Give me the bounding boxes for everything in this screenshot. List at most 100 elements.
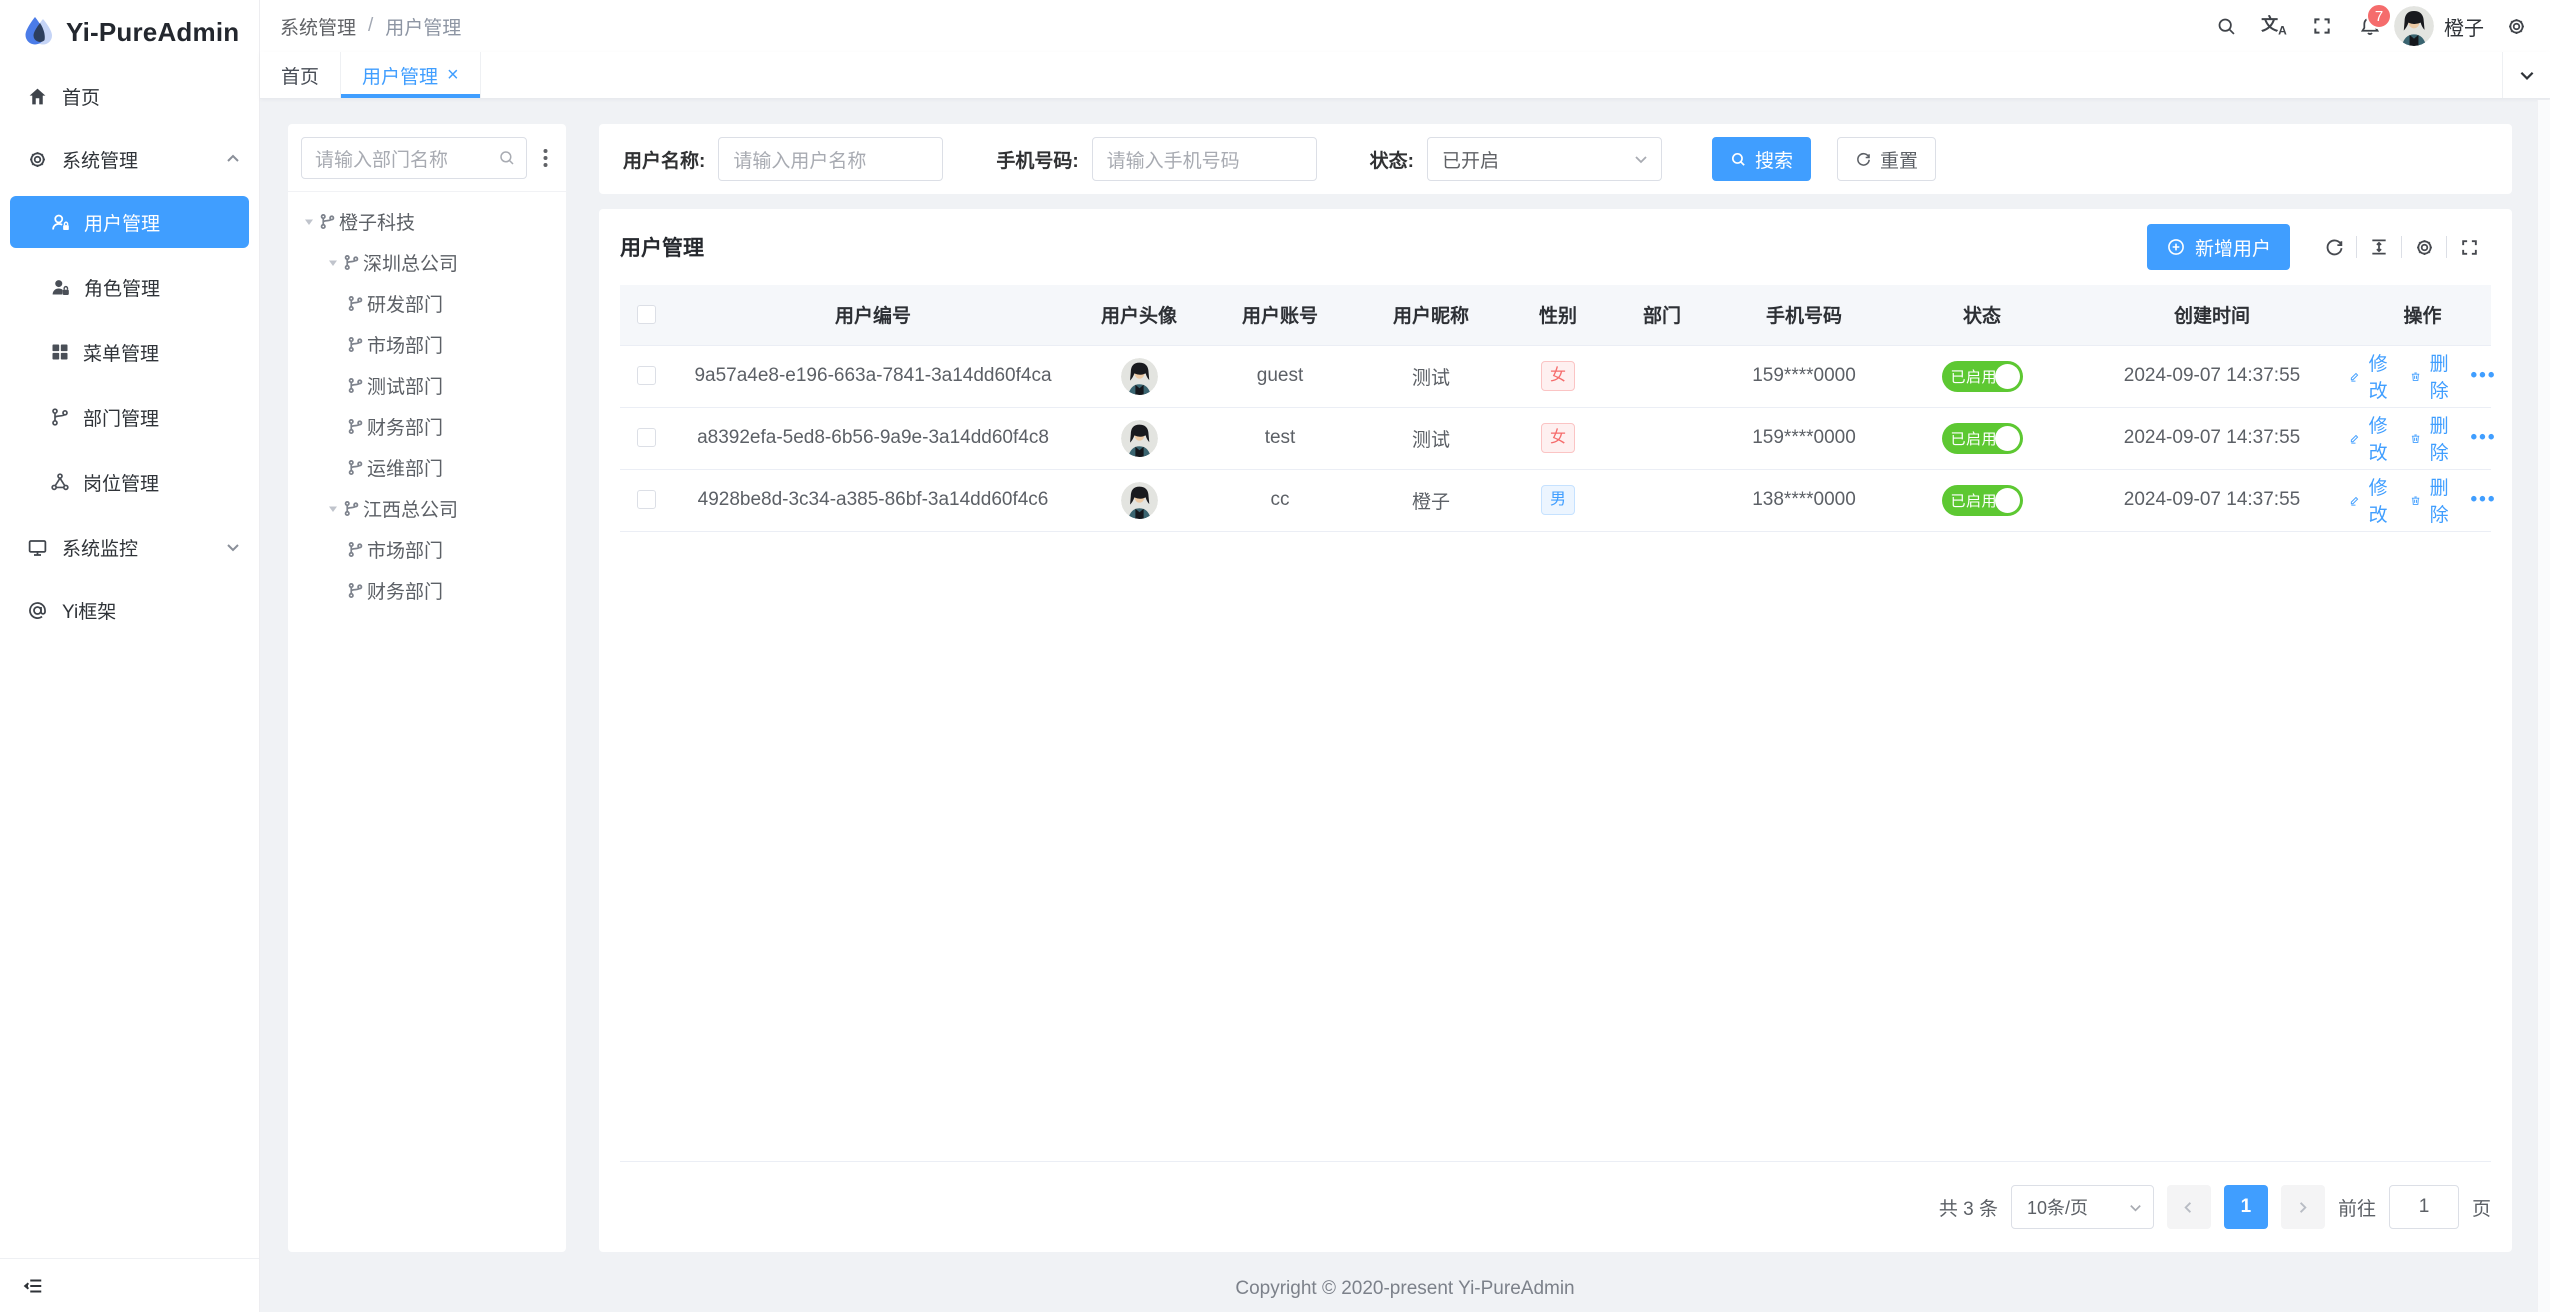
- more-actions-button[interactable]: •••: [2471, 427, 2497, 449]
- tree-node[interactable]: 深圳总公司: [288, 242, 566, 283]
- sidebar-item-framework[interactable]: Yi框架: [0, 584, 259, 636]
- density-icon[interactable]: [2357, 237, 2401, 257]
- search-placeholder: 请输入部门名称: [315, 145, 498, 172]
- chevron-down-icon: [1633, 151, 1649, 167]
- tree-node-label: 财务部门: [367, 577, 443, 604]
- prev-page-button[interactable]: [2167, 1185, 2211, 1229]
- tree-node[interactable]: 财务部门: [288, 406, 566, 447]
- select-all-checkbox[interactable]: [637, 305, 656, 324]
- logo[interactable]: Yi-PureAdmin: [0, 0, 259, 64]
- at-icon: [27, 600, 48, 621]
- tree-node[interactable]: 江西总公司: [288, 488, 566, 529]
- sidebar-item-label: 角色管理: [84, 274, 160, 301]
- add-user-button[interactable]: 新增用户: [2147, 224, 2290, 270]
- tree-search-row: 请输入部门名称: [288, 124, 566, 192]
- page-number-1[interactable]: 1: [2224, 1185, 2268, 1229]
- search-icon[interactable]: [2202, 0, 2250, 52]
- gear-icon: [27, 149, 48, 170]
- refresh-icon[interactable]: [2312, 237, 2356, 258]
- caret-down-icon[interactable]: [323, 257, 343, 269]
- fullscreen-icon[interactable]: [2447, 238, 2491, 257]
- sidebar: Yi-PureAdmin 首页 系统管理: [0, 0, 260, 1312]
- scrollbar-track[interactable]: [2537, 100, 2550, 1312]
- sidebar-item-users[interactable]: 用户管理: [10, 196, 249, 248]
- col-header: 操作: [2354, 285, 2491, 345]
- delete-button[interactable]: 删除: [2410, 473, 2452, 527]
- caret-down-icon[interactable]: [323, 503, 343, 515]
- row-checkbox[interactable]: [637, 428, 656, 447]
- close-icon[interactable]: ×: [447, 65, 459, 85]
- delete-button[interactable]: 删除: [2410, 411, 2452, 465]
- tree-node[interactable]: 研发部门: [288, 283, 566, 324]
- tree-node-label: 深圳总公司: [363, 249, 458, 276]
- tree-node[interactable]: 市场部门: [288, 529, 566, 570]
- search-icon: [1730, 151, 1747, 168]
- tree-node[interactable]: 财务部门: [288, 570, 566, 611]
- tree-node[interactable]: 橙子科技: [288, 201, 566, 242]
- sidebar-item-roles[interactable]: 角色管理: [0, 261, 259, 313]
- sidebar-item-home[interactable]: 首页: [0, 70, 259, 122]
- main-area: 系统管理 / 用户管理 文A 7: [260, 0, 2550, 1312]
- row-checkbox[interactable]: [637, 490, 656, 509]
- status-select[interactable]: 已开启: [1427, 137, 1662, 181]
- bell-icon[interactable]: 7: [2346, 0, 2394, 52]
- sidebar-item-label: 部门管理: [83, 404, 159, 431]
- share-nodes-icon: [50, 472, 70, 492]
- status-toggle[interactable]: 已启用: [1942, 423, 2023, 454]
- row-checkbox[interactable]: [637, 366, 656, 385]
- tree-node-label: 财务部门: [367, 413, 443, 440]
- column-settings-icon[interactable]: [2402, 237, 2446, 258]
- sidebar-item-posts[interactable]: 岗位管理: [0, 456, 259, 508]
- department-search-input[interactable]: 请输入部门名称: [301, 137, 527, 179]
- name-filter-input[interactable]: 请输入用户名称: [718, 137, 943, 181]
- delete-button[interactable]: 删除: [2410, 349, 2452, 403]
- user-table-card: 用户管理 新增用户: [599, 209, 2512, 1252]
- translate-icon[interactable]: 文A: [2250, 0, 2298, 52]
- tree-more-icon[interactable]: [534, 148, 556, 168]
- breadcrumb-first[interactable]: 系统管理: [280, 13, 356, 40]
- breadcrumb-separator: /: [368, 15, 373, 37]
- edit-button[interactable]: 修改: [2349, 349, 2391, 403]
- sidebar-item-monitor[interactable]: 系统监控: [0, 521, 259, 573]
- tab-user-management[interactable]: 用户管理 ×: [341, 52, 481, 98]
- tree-node[interactable]: 测试部门: [288, 365, 566, 406]
- name-filter-label: 用户名称:: [623, 146, 705, 173]
- tabs-dropdown-button[interactable]: [2502, 52, 2550, 98]
- sidebar-item-system[interactable]: 系统管理: [0, 133, 259, 185]
- sidebar-item-menus[interactable]: 菜单管理: [0, 326, 259, 378]
- col-header: 部门: [1610, 285, 1714, 345]
- user-id: a8392efa-5ed8-6b56-9a9e-3a14dd60f4c8: [672, 407, 1074, 469]
- more-actions-button[interactable]: •••: [2471, 365, 2497, 387]
- goto-page-input[interactable]: 1: [2389, 1185, 2459, 1229]
- edit-button[interactable]: 修改: [2349, 411, 2391, 465]
- sidebar-item-label: 系统监控: [62, 534, 138, 561]
- sidebar-item-departments[interactable]: 部门管理: [0, 391, 259, 443]
- avatar[interactable]: [2394, 6, 2434, 46]
- branch-icon: [347, 377, 364, 394]
- more-actions-button[interactable]: •••: [2471, 489, 2497, 511]
- settings-icon[interactable]: [2492, 0, 2540, 52]
- username[interactable]: 橙子: [2444, 12, 2484, 41]
- phone-filter-input[interactable]: 请输入手机号码: [1092, 137, 1317, 181]
- col-header: 状态: [1894, 285, 2070, 345]
- sidebar-collapse[interactable]: [0, 1258, 259, 1312]
- next-page-button[interactable]: [2281, 1185, 2325, 1229]
- tab-home[interactable]: 首页: [260, 52, 341, 98]
- status-toggle[interactable]: 已启用: [1942, 485, 2023, 516]
- reset-button[interactable]: 重置: [1837, 137, 1936, 181]
- tree-node-label: 测试部门: [367, 372, 443, 399]
- tree-node-label: 运维部门: [367, 454, 443, 481]
- fullscreen-icon[interactable]: [2298, 0, 2346, 52]
- edit-button[interactable]: 修改: [2349, 473, 2391, 527]
- grid-icon: [50, 342, 70, 362]
- status-toggle[interactable]: 已启用: [1942, 361, 2023, 392]
- tree-node-label: 江西总公司: [363, 495, 458, 522]
- page-size-select[interactable]: 10条/页: [2011, 1185, 2154, 1229]
- filter-bar: 用户名称: 请输入用户名称 手机号码: 请输入手机号码 状态: 已开启: [599, 124, 2512, 194]
- tree-node[interactable]: 市场部门: [288, 324, 566, 365]
- gender-tag: 女: [1541, 361, 1575, 391]
- col-header: 用户编号: [672, 285, 1074, 345]
- caret-down-icon[interactable]: [299, 216, 319, 228]
- tree-node[interactable]: 运维部门: [288, 447, 566, 488]
- search-button[interactable]: 搜索: [1712, 137, 1811, 181]
